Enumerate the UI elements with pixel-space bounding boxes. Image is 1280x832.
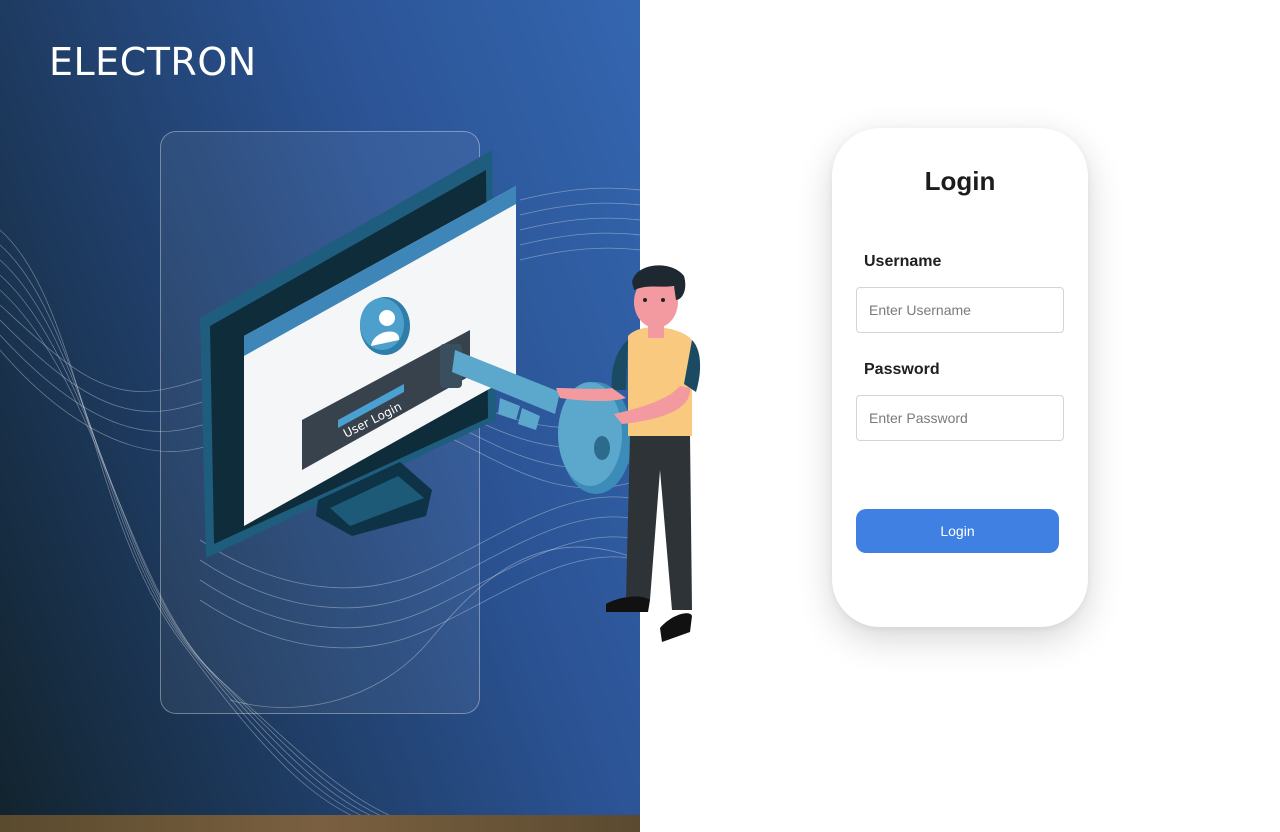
username-input[interactable] bbox=[856, 287, 1064, 333]
user-avatar-icon bbox=[360, 297, 410, 355]
login-button[interactable]: Login bbox=[856, 509, 1059, 553]
username-label: Username bbox=[864, 253, 942, 270]
login-title: Login bbox=[924, 166, 996, 196]
password-input[interactable] bbox=[856, 395, 1064, 441]
login-card: Login Username Password Login bbox=[832, 128, 1088, 627]
login-illustration: User Login bbox=[200, 150, 701, 642]
password-label: Password bbox=[864, 361, 940, 378]
